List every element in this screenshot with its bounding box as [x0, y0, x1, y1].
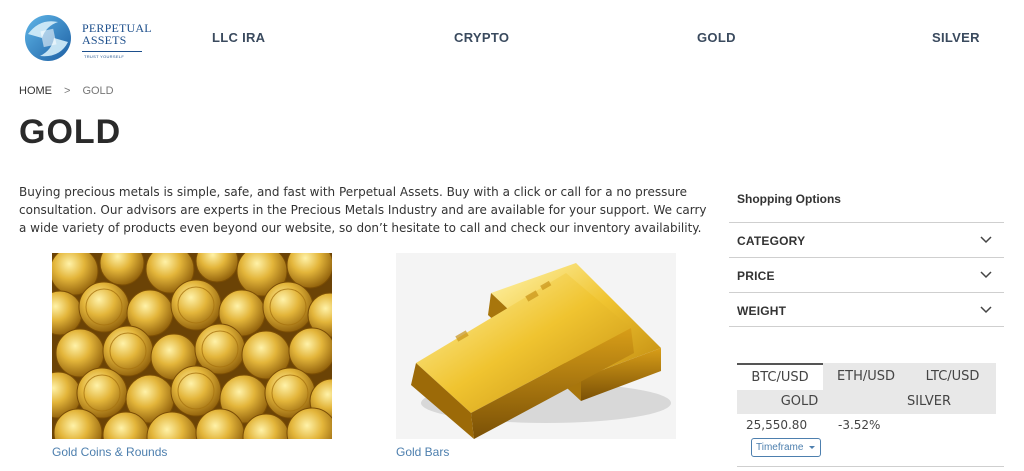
breadcrumb: HOME > GOLD — [19, 85, 114, 97]
timeframe-select[interactable]: Timeframe — [751, 438, 821, 457]
filter-price-label: PRICE — [737, 269, 775, 283]
filter-weight[interactable]: WEIGHT — [729, 292, 1004, 327]
gold-coins-graphic — [52, 253, 332, 439]
shopping-options-title: Shopping Options — [737, 192, 841, 206]
ticker-tabs: BTC/USD ETH/USD LTC/USD — [737, 363, 996, 390]
ticker-price: 25,550.80 — [746, 418, 808, 432]
breadcrumb-home[interactable]: HOME — [19, 85, 52, 97]
timeframe-label: Timeframe — [756, 442, 804, 453]
filter-category[interactable]: CATEGORY — [729, 222, 1004, 257]
logo-globe-icon — [25, 15, 71, 61]
breadcrumb-separator: > — [64, 85, 71, 97]
caret-down-icon — [809, 446, 815, 449]
logo-divider — [82, 51, 142, 52]
chevron-down-icon — [980, 236, 992, 244]
tab-ltc-usd[interactable]: LTC/USD — [909, 363, 996, 390]
subtab-gold[interactable]: GOLD — [737, 390, 862, 414]
logo-tagline: TRUST YOURSELF — [84, 54, 125, 59]
site-logo[interactable]: PERPETUAL ASSETS TRUST YOURSELF — [18, 8, 152, 68]
tab-eth-usd[interactable]: ETH/USD — [823, 363, 909, 390]
chevron-down-icon — [980, 271, 992, 279]
logo-name-line2: ASSETS — [82, 33, 127, 47]
site-header: PERPETUAL ASSETS TRUST YOURSELF LLC IRA … — [0, 0, 1024, 75]
chevron-down-icon — [980, 306, 992, 314]
ticker-subtabs: GOLD SILVER — [737, 390, 996, 414]
gold-bars-image[interactable] — [396, 253, 676, 439]
tab-btc-usd[interactable]: BTC/USD — [737, 363, 823, 390]
nav-gold[interactable]: GOLD — [697, 30, 736, 45]
ticker-divider — [737, 466, 1004, 467]
filter-category-label: CATEGORY — [737, 234, 806, 248]
gold-coins-link[interactable]: Gold Coins & Rounds — [52, 445, 167, 459]
gold-coins-image[interactable] — [52, 253, 332, 439]
ticker-change: -3.52% — [838, 418, 881, 432]
category-description: Buying precious metals is simple, safe, … — [19, 185, 707, 235]
filter-weight-label: WEIGHT — [737, 304, 787, 318]
page-title: GOLD — [19, 113, 122, 151]
nav-silver[interactable]: SILVER — [932, 30, 980, 45]
gold-bars-graphic — [396, 253, 676, 439]
breadcrumb-current: GOLD — [82, 85, 114, 97]
nav-llc-ira[interactable]: LLC IRA — [212, 30, 265, 45]
subtab-silver[interactable]: SILVER — [862, 390, 996, 414]
gold-bars-link[interactable]: Gold Bars — [396, 445, 449, 459]
logo-wordmark: PERPETUAL ASSETS — [82, 22, 152, 46]
filter-price[interactable]: PRICE — [729, 257, 1004, 292]
nav-crypto[interactable]: CRYPTO — [454, 30, 509, 45]
